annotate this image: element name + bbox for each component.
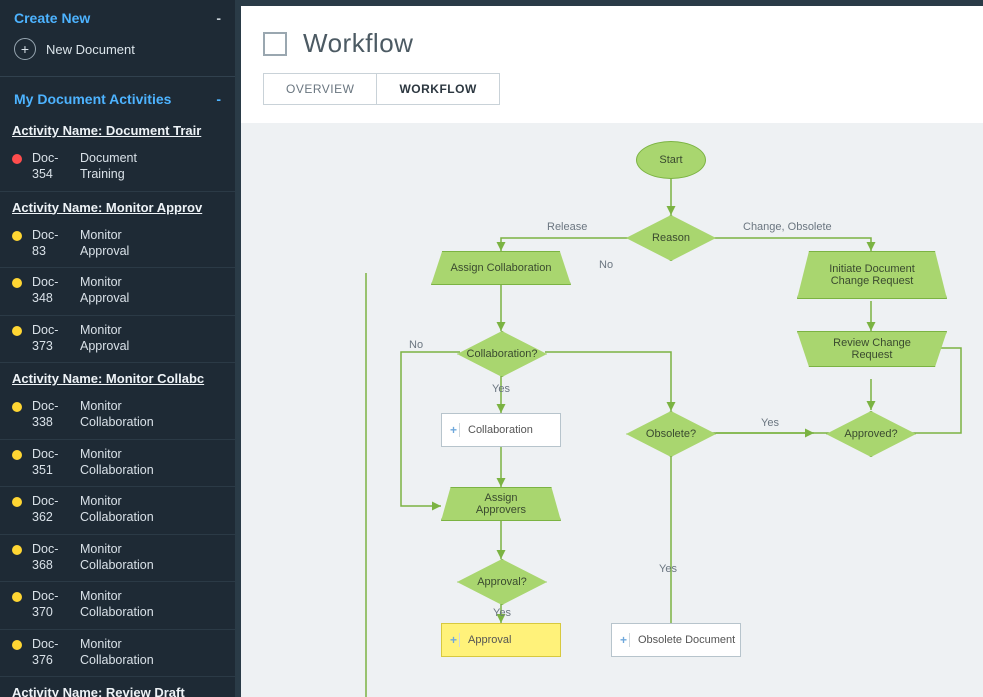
status-dot-icon [12, 450, 22, 460]
page-header: Workflow [241, 6, 983, 73]
collapse-icon: - [216, 10, 221, 26]
create-new-header[interactable]: Create New - [0, 0, 235, 32]
activity-row[interactable]: Doc-351 MonitorCollaboration [0, 440, 235, 488]
status-dot-icon [12, 231, 22, 241]
flow-connectors [241, 123, 983, 697]
doc-title: MonitorApproval [80, 274, 129, 307]
plus-icon: + [450, 633, 460, 647]
status-dot-icon [12, 326, 22, 336]
doc-id: Doc-354 [32, 150, 70, 183]
doc-title: MonitorCollaboration [80, 493, 154, 526]
create-new-label: Create New [14, 10, 90, 26]
activity-row[interactable]: Doc-370 MonitorCollaboration [0, 582, 235, 630]
tab-overview[interactable]: OVERVIEW [264, 74, 377, 104]
plus-icon: + [620, 633, 630, 647]
new-document-label: New Document [46, 42, 135, 57]
node-approval-q[interactable]: Approval? [457, 559, 547, 605]
new-document-button[interactable]: + New Document [0, 32, 235, 76]
activities-label: My Document Activities [14, 91, 171, 107]
doc-title: MonitorCollaboration [80, 588, 154, 621]
doc-id: Doc-368 [32, 541, 70, 574]
label-yes-3: Yes [493, 607, 511, 619]
activity-row[interactable]: Doc-338 MonitorCollaboration [0, 392, 235, 440]
doc-title: MonitorCollaboration [80, 636, 154, 669]
node-start[interactable]: Start [636, 141, 706, 179]
node-reason[interactable]: Reason [626, 215, 716, 261]
status-dot-icon [12, 278, 22, 288]
node-approved-q[interactable]: Approved? [826, 411, 916, 457]
label-no-2: No [409, 339, 423, 351]
node-assign-approvers[interactable]: Assign Approvers [441, 487, 561, 521]
select-checkbox[interactable] [263, 32, 287, 56]
label-yes-1: Yes [492, 383, 510, 395]
label-release: Release [547, 221, 587, 233]
activity-row[interactable]: Doc-362 MonitorCollaboration [0, 487, 235, 535]
doc-title: MonitorCollaboration [80, 446, 154, 479]
node-obsolete-document-card[interactable]: + Obsolete Document [611, 623, 741, 657]
doc-title: DocumentTraining [80, 150, 137, 183]
status-dot-icon [12, 154, 22, 164]
main-panel: Workflow OVERVIEW WORKFLOW [241, 6, 983, 697]
doc-id: Doc-370 [32, 588, 70, 621]
doc-id: Doc-338 [32, 398, 70, 431]
doc-title: MonitorCollaboration [80, 541, 154, 574]
activity-group-title: Activity Name: Review Draft [0, 677, 235, 697]
node-initiate-change[interactable]: Initiate Document Change Request [797, 251, 947, 299]
node-approval-card[interactable]: + Approval [441, 623, 561, 657]
plus-circle-icon: + [14, 38, 36, 60]
doc-title: MonitorApproval [80, 322, 129, 355]
doc-id: Doc-362 [32, 493, 70, 526]
status-dot-icon [12, 640, 22, 650]
node-collaboration-q[interactable]: Collaboration? [457, 331, 547, 377]
tab-workflow[interactable]: WORKFLOW [377, 74, 498, 104]
activity-row[interactable]: Doc-373 MonitorApproval [0, 316, 235, 364]
activities-header[interactable]: My Document Activities - [0, 76, 235, 115]
activity-group-title: Activity Name: Monitor Collabc [0, 363, 235, 392]
activity-row[interactable]: Doc-368 MonitorCollaboration [0, 535, 235, 583]
collapse-icon: - [216, 91, 221, 107]
doc-id: Doc-376 [32, 636, 70, 669]
activity-group-title: Activity Name: Document Trair [0, 115, 235, 144]
plus-icon: + [450, 423, 460, 437]
label-no-1: No [599, 259, 613, 271]
node-obsolete-q[interactable]: Obsolete? [626, 411, 716, 457]
doc-title: MonitorApproval [80, 227, 129, 260]
doc-id: Doc-348 [32, 274, 70, 307]
workflow-canvas[interactable]: Start Reason Release Change, Obsolete As… [241, 123, 983, 697]
activity-row[interactable]: Doc-376 MonitorCollaboration [0, 630, 235, 678]
page-title: Workflow [303, 28, 413, 59]
node-collaboration-card[interactable]: + Collaboration [441, 413, 561, 447]
activity-group-title: Activity Name: Monitor Approv [0, 192, 235, 221]
label-yes-2: Yes [761, 417, 779, 429]
activity-row[interactable]: Doc-83 MonitorApproval [0, 221, 235, 269]
doc-title: MonitorCollaboration [80, 398, 154, 431]
node-assign-collaboration[interactable]: Assign Collaboration [431, 251, 571, 285]
doc-id: Doc-83 [32, 227, 70, 260]
doc-id: Doc-351 [32, 446, 70, 479]
node-review-change[interactable]: Review Change Request [797, 331, 947, 367]
sidebar: Create New - + New Document My Document … [0, 0, 235, 697]
tab-bar: OVERVIEW WORKFLOW [263, 73, 500, 105]
status-dot-icon [12, 402, 22, 412]
status-dot-icon [12, 592, 22, 602]
label-change-obsolete: Change, Obsolete [743, 221, 832, 233]
doc-id: Doc-373 [32, 322, 70, 355]
status-dot-icon [12, 545, 22, 555]
activity-row[interactable]: Doc-348 MonitorApproval [0, 268, 235, 316]
activity-row[interactable]: Doc-354 DocumentTraining [0, 144, 235, 192]
status-dot-icon [12, 497, 22, 507]
label-yes-4: Yes [659, 563, 677, 575]
